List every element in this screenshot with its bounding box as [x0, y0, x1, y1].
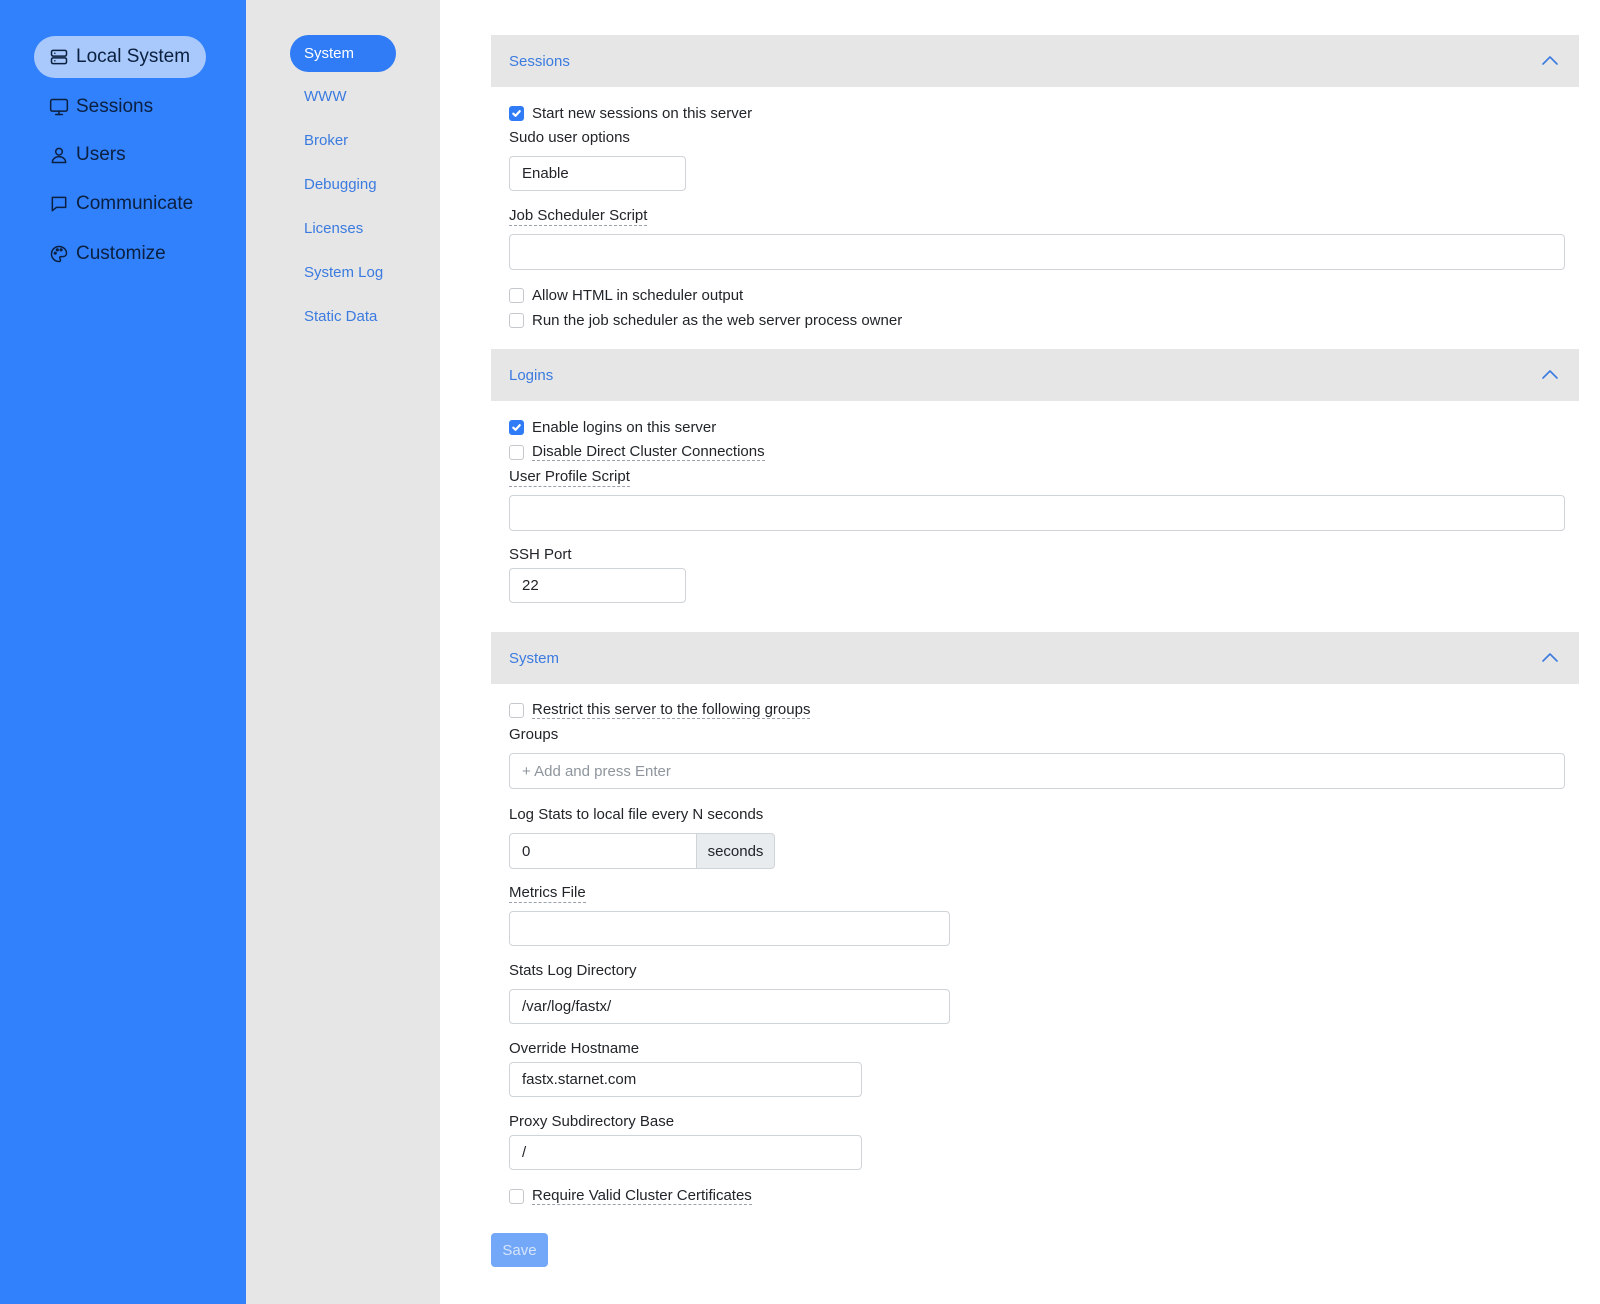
- log-stats-input[interactable]: 0: [509, 833, 697, 869]
- job-scheduler-label: Job Scheduler Script: [509, 207, 648, 226]
- main-nav: Local System Sessions Users Communicate …: [0, 0, 246, 1304]
- stats-dir-input[interactable]: /var/log/fastx/: [509, 989, 950, 1024]
- groups-label: Groups: [509, 726, 559, 743]
- checkbox-label: Disable Direct Cluster Connections: [532, 443, 765, 461]
- ssh-port-input[interactable]: 22: [509, 568, 686, 603]
- tab-broker[interactable]: Broker: [290, 122, 362, 159]
- require-certs-checkbox[interactable]: [509, 1188, 524, 1204]
- tab-www[interactable]: WWW: [290, 78, 360, 115]
- job-scheduler-input[interactable]: [509, 234, 1565, 270]
- metrics-file-input[interactable]: [509, 911, 950, 946]
- nav-item-label: Local System: [76, 46, 191, 67]
- start-new-sessions-checkbox[interactable]: [509, 105, 524, 121]
- seconds-addon: seconds: [697, 833, 775, 869]
- allow-html-row: Allow HTML in scheduler output: [509, 285, 743, 305]
- user-profile-input[interactable]: [509, 495, 1565, 531]
- monitor-icon: [48, 96, 70, 118]
- save-button[interactable]: Save: [491, 1233, 548, 1267]
- checkbox-label: Start new sessions on this server: [532, 104, 753, 122]
- override-hostname-label: Override Hostname: [509, 1040, 640, 1057]
- nav-item-label: Users: [76, 144, 126, 165]
- chevron-up-icon: [1541, 367, 1559, 384]
- sudo-label: Sudo user options: [509, 129, 630, 146]
- checkbox-label: Enable logins on this server: [532, 418, 717, 436]
- proxy-base-label: Proxy Subdirectory Base: [509, 1113, 675, 1130]
- checkbox-label: Require Valid Cluster Certificates: [532, 1187, 752, 1205]
- log-stats-label: Log Stats to local file every N seconds: [509, 806, 764, 823]
- start-new-sessions-row: Start new sessions on this server: [509, 103, 752, 123]
- section-title: System: [509, 649, 560, 667]
- tab-debugging[interactable]: Debugging: [290, 166, 391, 203]
- nav-item-users[interactable]: Users: [34, 134, 142, 176]
- run-as-owner-row: Run the job scheduler as the web server …: [509, 310, 902, 330]
- tab-system-log[interactable]: System Log: [290, 254, 397, 291]
- run-as-owner-checkbox[interactable]: [509, 312, 524, 328]
- proxy-base-input[interactable]: /: [509, 1135, 862, 1170]
- nav-item-label: Communicate: [76, 193, 194, 214]
- checkbox-label: Restrict this server to the following gr…: [532, 701, 811, 719]
- user-profile-label: User Profile Script: [509, 468, 630, 487]
- allow-html-checkbox[interactable]: [509, 287, 524, 303]
- logins-section-header[interactable]: Logins: [491, 349, 1579, 401]
- nav-item-label: Sessions: [76, 96, 154, 117]
- nav-item-local-system[interactable]: Local System: [34, 36, 207, 78]
- nav-item-communicate[interactable]: Communicate: [34, 183, 209, 225]
- ssh-port-label: SSH Port: [509, 546, 572, 563]
- restrict-groups-checkbox[interactable]: [509, 702, 524, 718]
- server-icon: [48, 46, 70, 68]
- section-title: Logins: [509, 366, 554, 384]
- enable-logins-row: Enable logins on this server: [509, 417, 716, 437]
- sub-nav: System WWW Broker Debugging Licenses Sys…: [246, 0, 440, 1304]
- user-icon: [48, 144, 70, 166]
- checkbox-label: Run the job scheduler as the web server …: [532, 311, 903, 329]
- message-icon: [48, 193, 70, 215]
- restrict-groups-row: Restrict this server to the following gr…: [509, 700, 811, 720]
- groups-tag-input[interactable]: + Add and press Enter: [509, 753, 1565, 789]
- section-title: Sessions: [509, 52, 570, 70]
- stats-dir-label: Stats Log Directory: [509, 962, 637, 979]
- metrics-file-label: Metrics File: [509, 884, 586, 903]
- chevron-up-icon: [1541, 53, 1559, 70]
- tab-licenses[interactable]: Licenses: [290, 210, 377, 247]
- override-hostname-input[interactable]: fastx.starnet.com: [509, 1062, 862, 1097]
- disable-direct-row: Disable Direct Cluster Connections: [509, 442, 765, 462]
- sudo-select[interactable]: Enable: [509, 156, 686, 191]
- palette-icon: [48, 243, 70, 265]
- chevron-up-icon: [1541, 650, 1559, 667]
- tab-static-data[interactable]: Static Data: [290, 298, 391, 335]
- sessions-section-header[interactable]: Sessions: [491, 35, 1579, 87]
- enable-logins-checkbox[interactable]: [509, 419, 524, 435]
- tab-system[interactable]: System: [290, 35, 396, 72]
- nav-item-customize[interactable]: Customize: [34, 233, 182, 275]
- disable-direct-checkbox[interactable]: [509, 444, 524, 460]
- system-section-header[interactable]: System: [491, 632, 1579, 684]
- nav-item-label: Customize: [76, 243, 166, 264]
- require-certs-row: Require Valid Cluster Certificates: [509, 1186, 752, 1206]
- checkbox-label: Allow HTML in scheduler output: [532, 286, 744, 304]
- nav-item-sessions[interactable]: Sessions: [34, 86, 169, 128]
